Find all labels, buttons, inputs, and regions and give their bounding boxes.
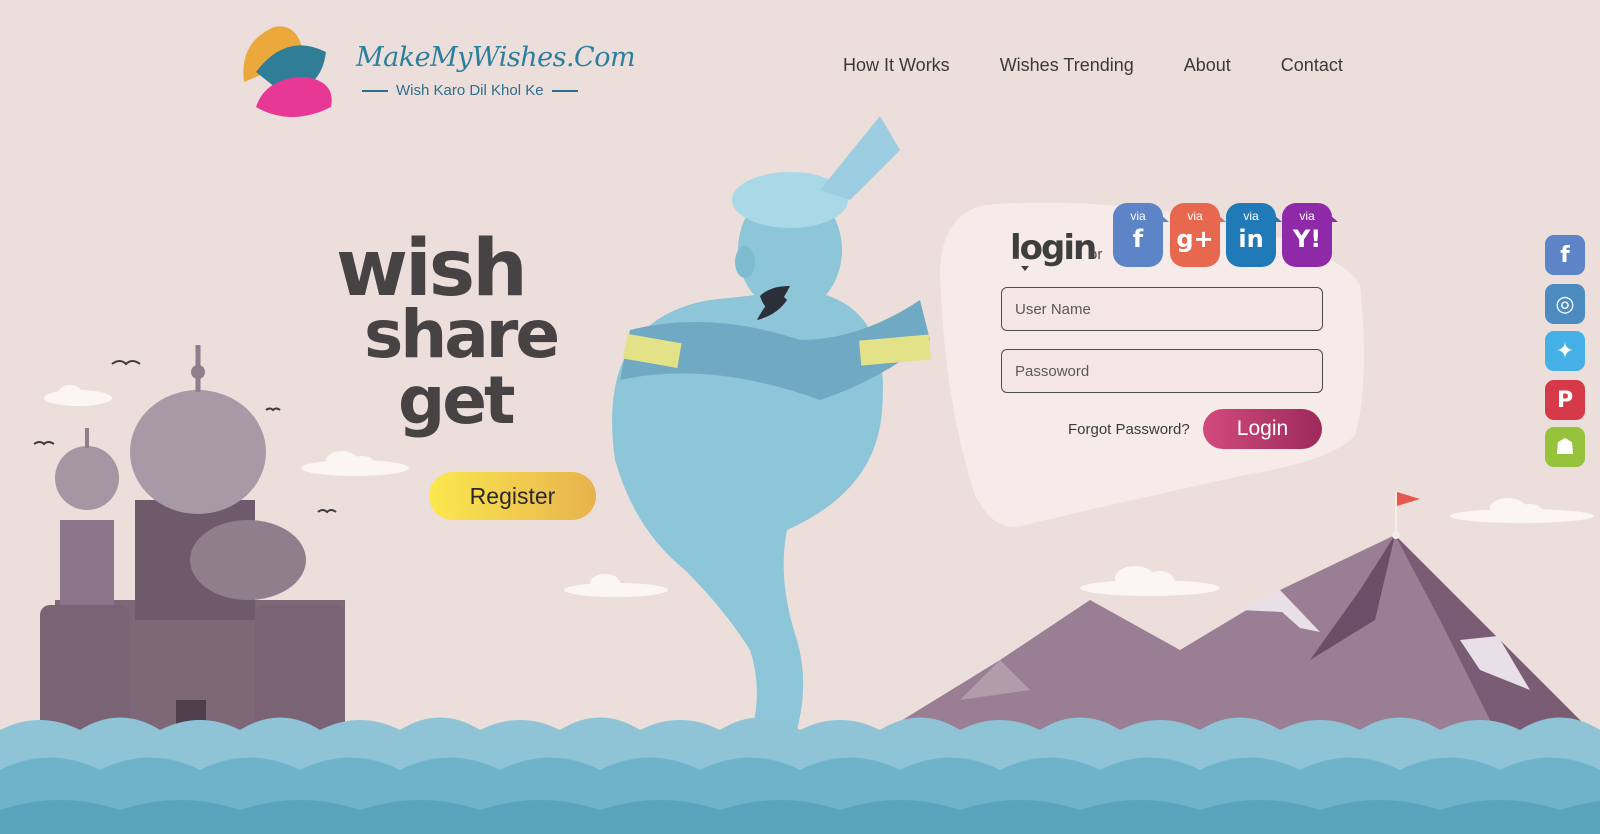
- yahoo-icon: Y!: [1292, 225, 1322, 253]
- main-nav: How It Works Wishes Trending About Conta…: [843, 55, 1343, 76]
- background-illustration: [0, 116, 1600, 834]
- hero-get: get: [398, 362, 516, 439]
- nav-how-it-works[interactable]: How It Works: [843, 55, 950, 76]
- password-input[interactable]: [1001, 349, 1323, 393]
- nav-about[interactable]: About: [1184, 55, 1231, 76]
- pinterest-icon: P: [1556, 387, 1574, 413]
- via-label: via: [1130, 209, 1146, 223]
- logo-title: MakeMyWishes.Com: [356, 42, 636, 73]
- twitter-icon: ✦: [1555, 338, 1575, 364]
- genie: [612, 116, 931, 790]
- login-heading: login: [1010, 228, 1097, 268]
- nav-wishes-trending[interactable]: Wishes Trending: [1000, 55, 1134, 76]
- linkedin-icon: in: [1238, 225, 1264, 253]
- mountains: [870, 492, 1600, 740]
- forgot-password-link[interactable]: Forgot Password?: [1068, 421, 1190, 438]
- register-button[interactable]: Register: [429, 472, 596, 520]
- butterfly-logo-icon: [243, 26, 332, 117]
- side-pinterest-button[interactable]: P: [1545, 380, 1585, 420]
- or-label: or: [1089, 246, 1103, 263]
- nav-contact[interactable]: Contact: [1281, 55, 1343, 76]
- google-plus-icon: g+: [1176, 225, 1214, 253]
- side-facebook-button[interactable]: f: [1545, 235, 1585, 275]
- login-via-yahoo-button[interactable]: via Y!: [1282, 203, 1338, 267]
- logo-tagline: Wish Karo Dil Khol Ke: [354, 82, 586, 99]
- instagram-icon: ◎: [1555, 291, 1575, 317]
- via-label: via: [1299, 209, 1315, 223]
- facebook-icon: f: [1560, 242, 1570, 268]
- hero-share: share: [364, 296, 560, 373]
- username-input[interactable]: [1001, 287, 1323, 331]
- sea-waves: [0, 717, 1600, 834]
- facebook-icon: f: [1132, 225, 1144, 253]
- via-label: via: [1187, 209, 1203, 223]
- via-label: via: [1243, 209, 1259, 223]
- login-button[interactable]: Login: [1203, 409, 1322, 449]
- caret-down-icon: [1021, 266, 1029, 271]
- side-android-button[interactable]: ☗: [1545, 427, 1585, 467]
- palace: [40, 345, 345, 755]
- login-via-linkedin-button[interactable]: via in: [1226, 203, 1282, 267]
- android-icon: ☗: [1555, 434, 1575, 460]
- side-twitter-button[interactable]: ✦: [1545, 331, 1585, 371]
- login-via-google-plus-button[interactable]: via g+: [1170, 203, 1226, 267]
- logo[interactable]: MakeMyWishes.Com Wish Karo Dil Khol Ke: [236, 22, 636, 122]
- login-via-facebook-button[interactable]: via f: [1113, 203, 1169, 267]
- side-instagram-button[interactable]: ◎: [1545, 284, 1585, 324]
